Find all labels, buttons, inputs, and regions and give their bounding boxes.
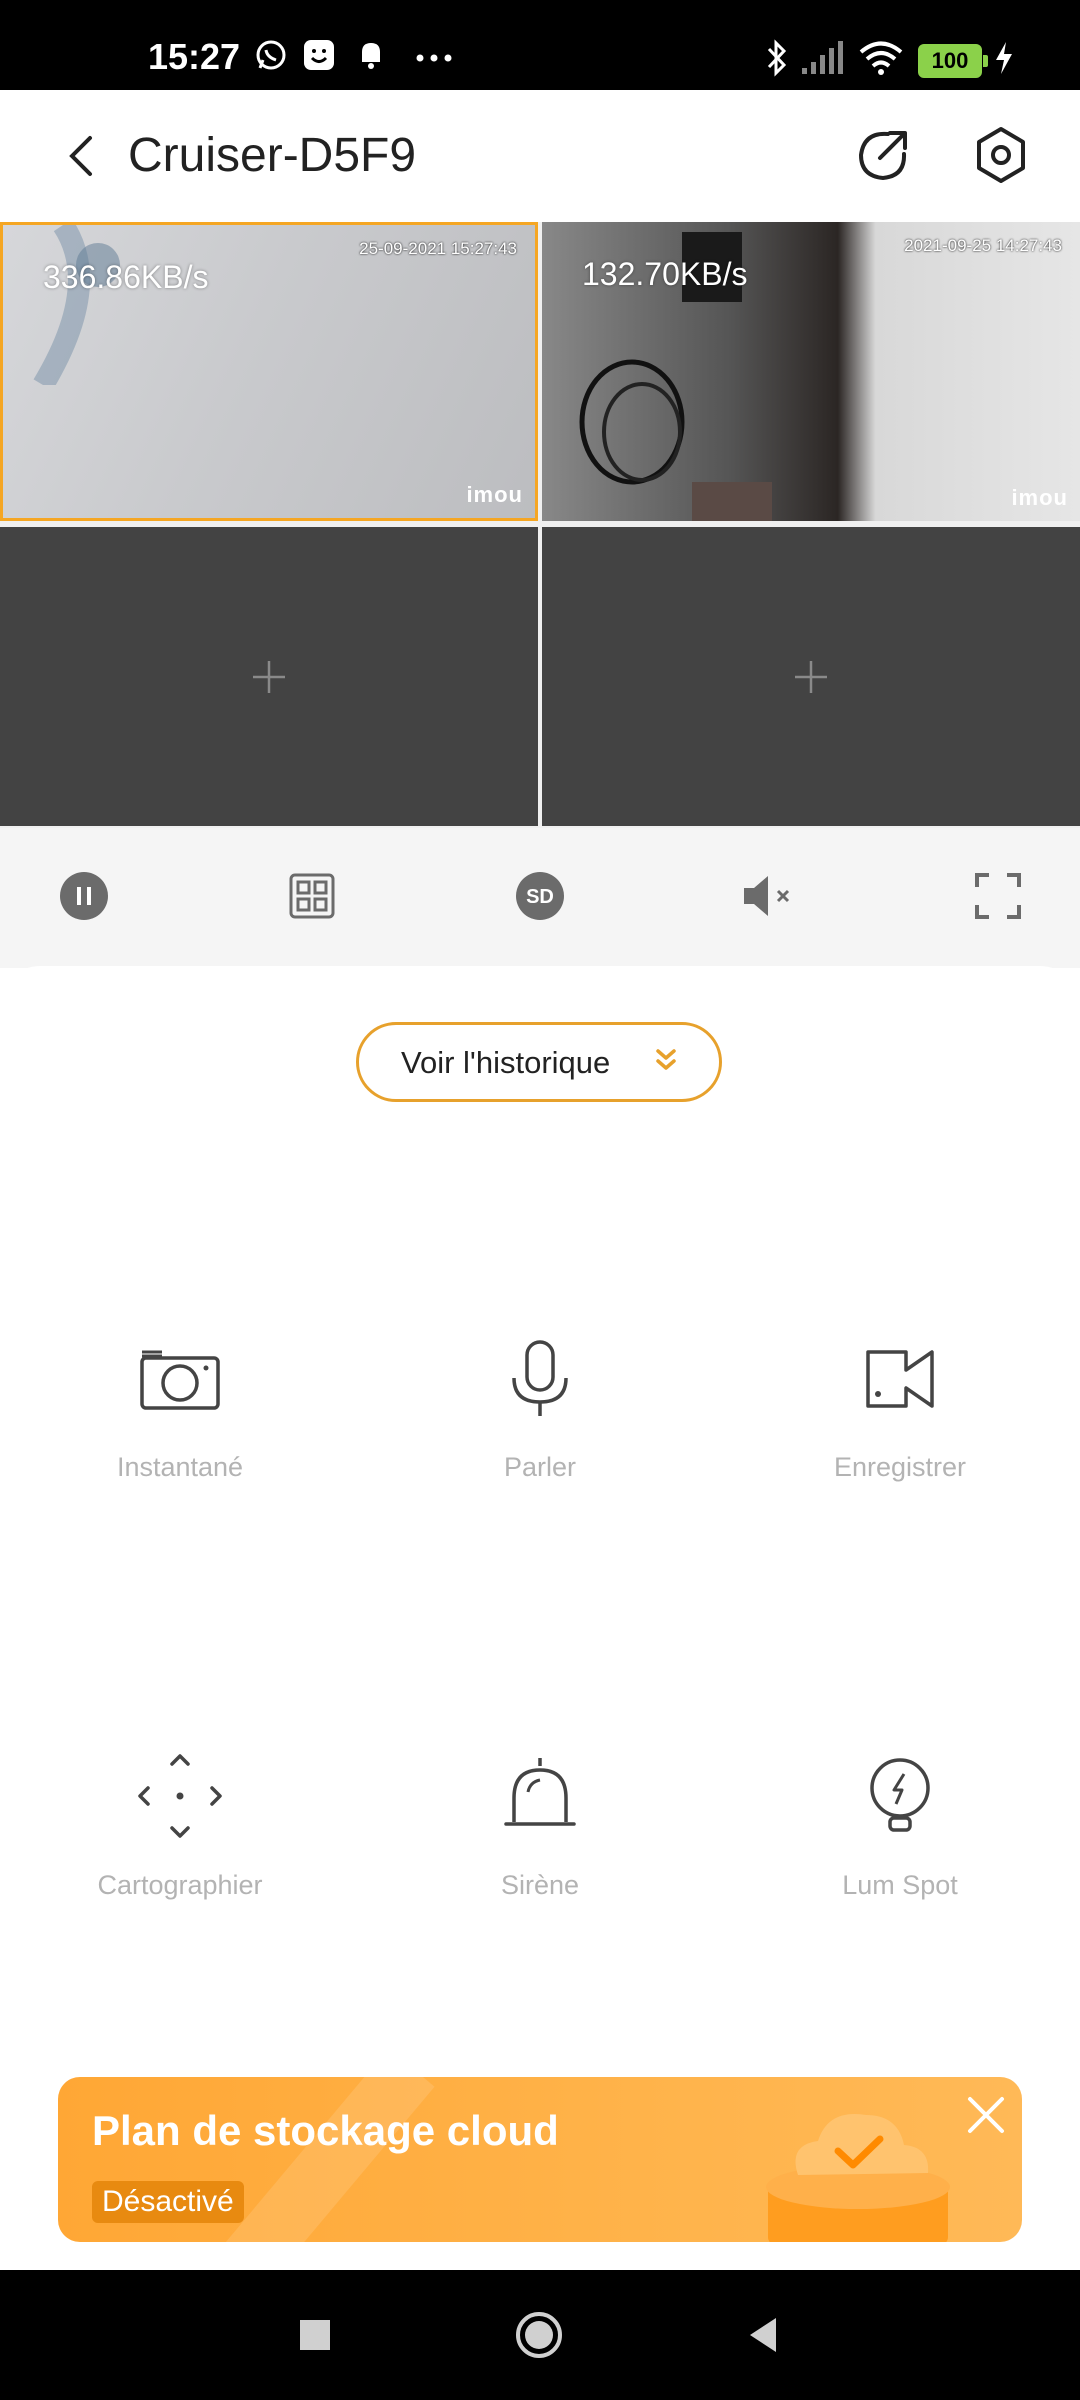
- video-record-icon: [866, 1350, 934, 1408]
- mute-icon[interactable]: [740, 870, 804, 922]
- page-title: Cruiser-D5F9: [128, 129, 417, 182]
- video-timestamp: 2021-09-25 14:27:43: [904, 236, 1062, 255]
- snapshot-button[interactable]: Instantané: [50, 1330, 310, 1483]
- status-badge: Désactivé: [92, 2181, 244, 2223]
- svg-text:SD: SD: [526, 886, 554, 908]
- more-dots-icon: [416, 54, 452, 62]
- imou-watermark: imou: [1011, 485, 1068, 510]
- stream-speed: 336.86KB/s: [43, 259, 209, 295]
- video-cell-2[interactable]: 132.70KB/s 2021-09-25 14:27:43 imou: [542, 222, 1080, 521]
- cloud-storage-banner[interactable]: Plan de stockage cloud Désactivé: [58, 2077, 1022, 2242]
- feature-label: Lum Spot: [842, 1870, 958, 1900]
- empty-video-slot[interactable]: [0, 527, 538, 826]
- battery-icon: 100: [918, 44, 988, 78]
- grid-layout-icon[interactable]: [286, 870, 338, 922]
- map-button[interactable]: Cartographier: [50, 1748, 310, 1901]
- app-header: Cruiser-D5F9: [0, 90, 1080, 222]
- device-panel: [0, 966, 1080, 2270]
- feature-label: Parler: [503, 1452, 577, 1482]
- spotlight-button[interactable]: Lum Spot: [770, 1748, 1030, 1901]
- status-time: 15:27: [148, 36, 241, 77]
- home-circle-icon[interactable]: [514, 2310, 564, 2360]
- add-camera-icon[interactable]: [791, 657, 831, 697]
- double-chevron-down-icon: [656, 1049, 676, 1070]
- empty-video-slot[interactable]: [542, 527, 1080, 826]
- video-cell-1[interactable]: 336.86KB/s 25-09-2021 15:27:43 imou: [0, 222, 538, 521]
- playback-controls: SD: [0, 828, 1080, 968]
- spotlight-icon: [870, 1758, 930, 1832]
- share-icon[interactable]: [852, 124, 914, 186]
- add-camera-icon[interactable]: [249, 657, 289, 697]
- bluetooth-icon: [767, 39, 787, 77]
- whatsapp-icon: [256, 40, 286, 70]
- fullscreen-icon[interactable]: [972, 870, 1024, 922]
- video-grid: 336.86KB/s 25-09-2021 15:27:43 imou 132.…: [0, 222, 1080, 828]
- settings-icon[interactable]: [970, 124, 1032, 186]
- talk-button[interactable]: Parler: [410, 1330, 670, 1483]
- map-move-icon: [138, 1754, 222, 1838]
- feature-label: Enregistrer: [833, 1452, 967, 1482]
- siren-icon: [504, 1758, 576, 1826]
- video-timestamp: 25-09-2021 15:27:43: [359, 239, 517, 258]
- signal-icon: [802, 41, 843, 74]
- record-button[interactable]: Enregistrer: [770, 1330, 1030, 1483]
- back-triangle-icon[interactable]: [738, 2310, 788, 2360]
- feature-label: Cartographier: [97, 1870, 263, 1900]
- feature-label: Instantané: [116, 1452, 244, 1482]
- microphone-icon: [512, 1340, 568, 1416]
- smile-app-icon: [304, 40, 334, 70]
- sd-quality-icon[interactable]: SD: [514, 870, 566, 922]
- charging-icon: [996, 42, 1012, 74]
- imou-watermark: imou: [466, 482, 523, 507]
- history-button[interactable]: Voir l'historique: [356, 1022, 722, 1102]
- bell-icon: [362, 43, 380, 69]
- recents-square-icon[interactable]: [290, 2310, 340, 2360]
- cloud-check-icon: [766, 2114, 950, 2242]
- stream-speed: 132.70KB/s: [582, 256, 748, 292]
- feature-label: Sirène: [500, 1870, 580, 1900]
- system-nav-bar: [0, 2270, 1080, 2400]
- status-bar: 15:27 100: [0, 0, 1080, 90]
- pause-icon[interactable]: [58, 870, 110, 922]
- wifi-icon: [859, 41, 903, 75]
- camera-icon: [140, 1350, 220, 1410]
- banner-decoration: [221, 2077, 435, 2242]
- banner-title: Plan de stockage cloud: [92, 2107, 559, 2154]
- history-button-label: Voir l'historique: [401, 1045, 611, 1080]
- back-icon[interactable]: [56, 128, 112, 184]
- wall-poster-image: [33, 225, 120, 385]
- close-icon[interactable]: [964, 2093, 1008, 2137]
- siren-button[interactable]: Sirène: [410, 1748, 670, 1901]
